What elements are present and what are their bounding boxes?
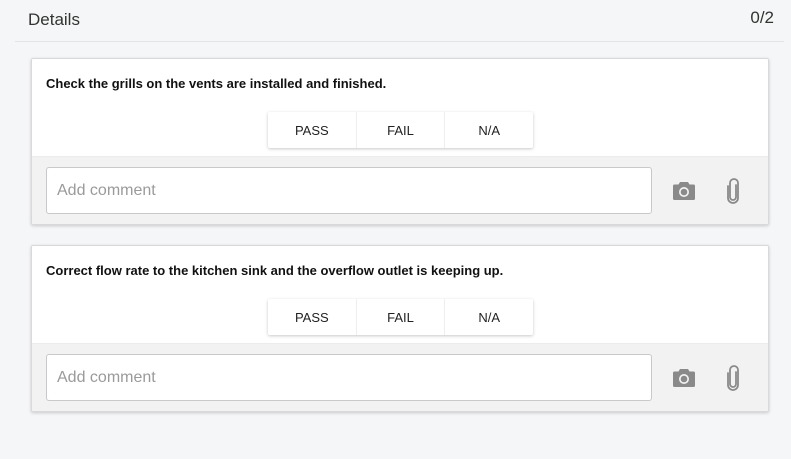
na-button[interactable]: N/A: [445, 299, 533, 335]
comment-section: [32, 156, 768, 224]
comment-input[interactable]: [46, 354, 652, 401]
camera-icon[interactable]: [671, 178, 697, 204]
pass-button[interactable]: PASS: [268, 299, 357, 335]
checklist-item-card: Check the grills on the vents are instal…: [31, 58, 769, 225]
comment-section: [32, 343, 768, 411]
camera-icon[interactable]: [671, 365, 697, 391]
fail-button[interactable]: FAIL: [357, 112, 446, 148]
checklist-item-card: Correct flow rate to the kitchen sink an…: [31, 245, 769, 412]
comment-input[interactable]: [46, 167, 652, 214]
pass-button[interactable]: PASS: [268, 112, 357, 148]
paperclip-icon[interactable]: [720, 178, 746, 204]
na-button[interactable]: N/A: [445, 112, 533, 148]
paperclip-icon[interactable]: [720, 365, 746, 391]
checklist-question: Correct flow rate to the kitchen sink an…: [46, 263, 504, 278]
fail-button[interactable]: FAIL: [357, 299, 446, 335]
details-header: Details 0/2: [15, 0, 784, 42]
result-toggle-group: PASS FAIL N/A: [268, 112, 533, 148]
progress-count: 0/2: [750, 8, 774, 27]
checklist-question: Check the grills on the vents are instal…: [46, 76, 387, 91]
result-toggle-group: PASS FAIL N/A: [268, 299, 533, 335]
page-title: Details: [28, 10, 80, 29]
